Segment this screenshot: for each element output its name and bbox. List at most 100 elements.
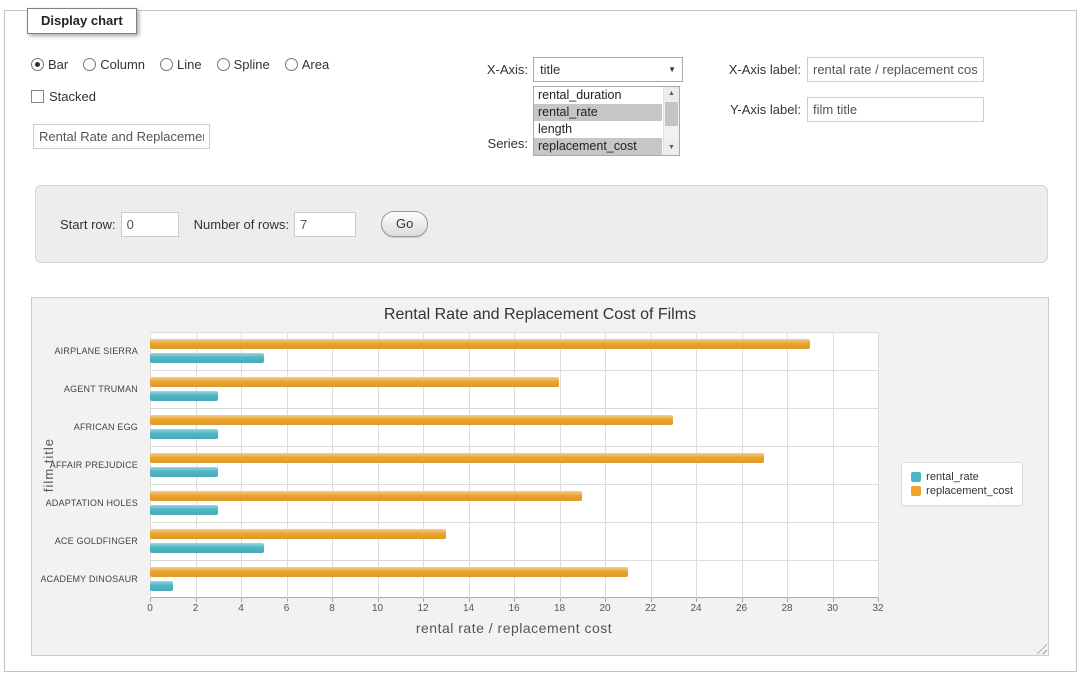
scrollbar-thumb[interactable] xyxy=(665,102,678,126)
tick-mark xyxy=(423,598,424,602)
legend-label: rental_rate xyxy=(926,471,979,483)
go-button[interactable]: Go xyxy=(381,211,428,237)
scroll-down-icon[interactable]: ▼ xyxy=(664,141,679,155)
tick-label: 18 xyxy=(554,603,565,614)
gridline xyxy=(605,332,606,598)
gridline xyxy=(150,332,151,598)
chart-type-label: Column xyxy=(100,57,145,72)
series-field: Series: rental_durationrental_ratelength… xyxy=(464,86,680,156)
bar-replacement_cost xyxy=(150,567,628,577)
gridline xyxy=(514,332,515,598)
scroll-up-icon[interactable]: ▲ xyxy=(664,87,679,101)
tick-label: 32 xyxy=(872,603,883,614)
stacked-checkbox[interactable] xyxy=(31,90,44,103)
chart-container: Rental Rate and Replacement Cost of Film… xyxy=(31,297,1049,656)
chart-type-option-bar[interactable]: Bar xyxy=(31,57,68,72)
display-chart-panel: Display chart Bar Column Line Spline Area St… xyxy=(4,10,1077,672)
radio-icon xyxy=(83,58,96,71)
gridline xyxy=(378,332,379,598)
tick-mark xyxy=(287,598,288,602)
radio-icon xyxy=(31,58,44,71)
category-label: AIRPLANE SIERRA xyxy=(32,346,138,356)
x-axis-label-field: X-Axis label: xyxy=(725,57,984,82)
x-axis-selected-value: title xyxy=(540,62,560,77)
stacked-option[interactable]: Stacked xyxy=(31,89,96,104)
tick-mark xyxy=(241,598,242,602)
radio-icon xyxy=(285,58,298,71)
x-axis-select[interactable]: title ▼ xyxy=(533,57,683,82)
bar-rental_rate xyxy=(150,543,264,553)
bar-rental_rate xyxy=(150,505,218,515)
tick-label: 26 xyxy=(736,603,747,614)
chart-title-input[interactable] xyxy=(33,124,210,149)
tick-label: 14 xyxy=(463,603,474,614)
tick-label: 16 xyxy=(508,603,519,614)
category-label: ADAPTATION HOLES xyxy=(32,498,138,508)
tick-label: 0 xyxy=(147,603,153,614)
category-label: ACADEMY DINOSAUR xyxy=(32,574,138,584)
x-axis-label-input[interactable] xyxy=(807,57,984,82)
tick-mark xyxy=(560,598,561,602)
tick-label: 20 xyxy=(599,603,610,614)
series-option-replacement_cost[interactable]: replacement_cost xyxy=(534,138,662,155)
gridline xyxy=(287,332,288,598)
legend-label: replacement_cost xyxy=(926,485,1013,497)
radio-icon xyxy=(160,58,173,71)
series-scrollbar[interactable]: ▲ ▼ xyxy=(663,87,679,155)
stacked-label: Stacked xyxy=(49,89,96,104)
number-of-rows-label: Number of rows: xyxy=(194,217,289,232)
legend-swatch xyxy=(911,472,921,482)
tick-label: 22 xyxy=(645,603,656,614)
dropdown-arrow-icon: ▼ xyxy=(668,65,676,74)
tick-mark xyxy=(696,598,697,602)
tick-label: 8 xyxy=(329,603,335,614)
resize-handle-icon[interactable] xyxy=(1034,641,1047,654)
gridline xyxy=(150,560,878,561)
tick-label: 10 xyxy=(372,603,383,614)
chart-type-option-spline[interactable]: Spline xyxy=(217,57,270,72)
number-of-rows-input[interactable] xyxy=(294,212,356,237)
x-axis-title: rental rate / replacement cost xyxy=(150,620,878,636)
chart-type-option-column[interactable]: Column xyxy=(83,57,145,72)
tick-label: 2 xyxy=(193,603,199,614)
chart-type-label: Area xyxy=(302,57,329,72)
gridline xyxy=(150,484,878,485)
tick-mark xyxy=(150,598,151,602)
bar-rental_rate xyxy=(150,429,218,439)
chart-type-label: Spline xyxy=(234,57,270,72)
tick-label: 30 xyxy=(827,603,838,614)
tick-mark xyxy=(514,598,515,602)
x-axis-select-label: X-Axis: xyxy=(464,62,528,77)
gridline xyxy=(787,332,788,598)
tick-label: 4 xyxy=(238,603,244,614)
gridline xyxy=(150,332,878,333)
x-axis-ticks: 02468101214161820222426283032 xyxy=(150,603,878,616)
plot-area xyxy=(150,332,878,598)
category-label: AFFAIR PREJUDICE xyxy=(32,460,138,470)
series-listbox[interactable]: rental_durationrental_ratelengthreplacem… xyxy=(533,86,680,156)
legend-item-replacement_cost[interactable]: replacement_cost xyxy=(911,485,1013,497)
series-option-rental_duration[interactable]: rental_duration xyxy=(534,87,662,104)
gridline xyxy=(651,332,652,598)
tick-mark xyxy=(651,598,652,602)
panel-title: Display chart xyxy=(27,8,137,34)
y-axis-label-input[interactable] xyxy=(807,97,984,122)
bar-replacement_cost xyxy=(150,415,673,425)
category-labels: AIRPLANE SIERRAAGENT TRUMANAFRICAN EGGAF… xyxy=(32,332,144,598)
tick-mark xyxy=(833,598,834,602)
chart-type-label: Line xyxy=(177,57,202,72)
chart-type-option-line[interactable]: Line xyxy=(160,57,202,72)
gridline xyxy=(560,332,561,598)
legend-item-rental_rate[interactable]: rental_rate xyxy=(911,471,1013,483)
chart-type-option-area[interactable]: Area xyxy=(285,57,329,72)
start-row-input[interactable] xyxy=(121,212,179,237)
gridline xyxy=(241,332,242,598)
gridline xyxy=(196,332,197,598)
tick-mark xyxy=(378,598,379,602)
tick-mark xyxy=(332,598,333,602)
gridline xyxy=(150,370,878,371)
chart-title: Rental Rate and Replacement Cost of Film… xyxy=(32,306,1048,324)
series-option-rental_rate[interactable]: rental_rate xyxy=(534,104,662,121)
series-option-length[interactable]: length xyxy=(534,121,662,138)
bar-rental_rate xyxy=(150,391,218,401)
